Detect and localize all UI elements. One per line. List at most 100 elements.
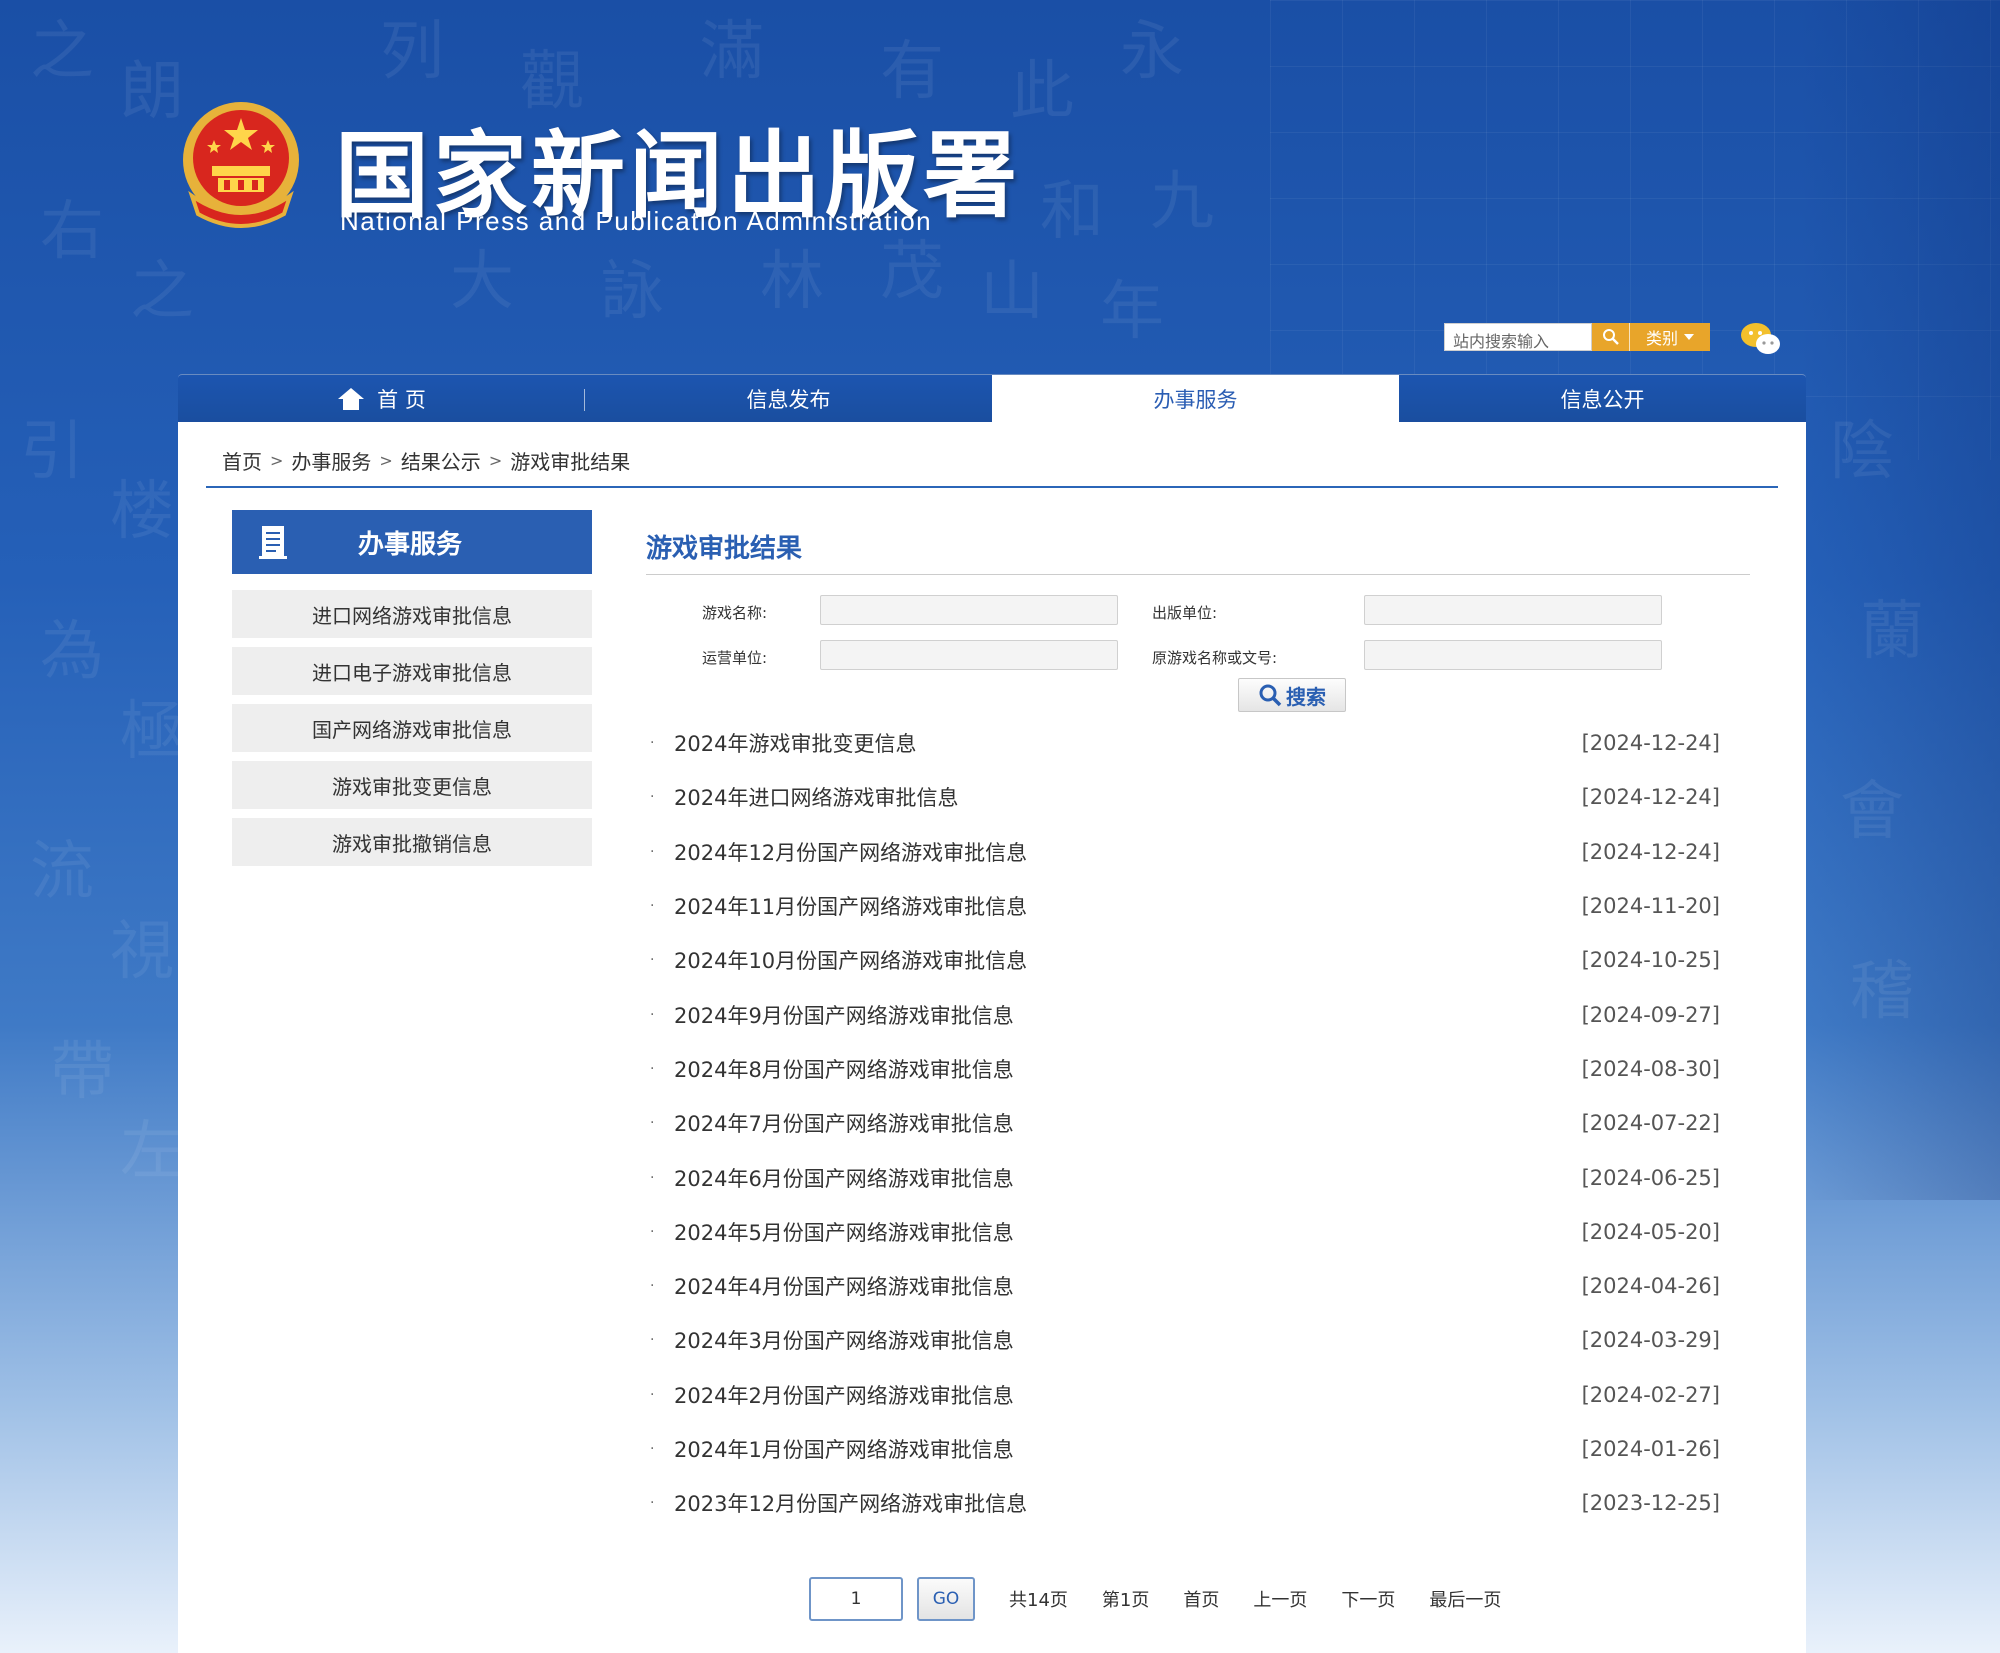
bullet: · (650, 1115, 655, 1132)
list-item-title-wrap[interactable]: · 2024年2月份国产网络游戏审批信息 (650, 1380, 1014, 1410)
breadcrumb-divider (206, 486, 1778, 488)
site-search-button[interactable]: 类别 (1592, 323, 1710, 351)
list-item[interactable]: · 2023年12月份国产网络游戏审批信息 [2023-12-25] (650, 1476, 1720, 1530)
breadcrumb-services[interactable]: 办事服务 (291, 446, 371, 475)
list-item[interactable]: · 2024年4月份国产网络游戏审批信息 [2024-04-26] (650, 1259, 1720, 1313)
list-item-title[interactable]: 2024年2月份国产网络游戏审批信息 (674, 1380, 1014, 1410)
list-item-title-wrap[interactable]: · 2024年9月份国产网络游戏审批信息 (650, 1000, 1014, 1030)
page-title: 游戏审批结果 (646, 534, 803, 564)
list-item-title-wrap[interactable]: · 2024年5月份国产网络游戏审批信息 (650, 1217, 1014, 1247)
list-item[interactable]: · 2024年9月份国产网络游戏审批信息 [2024-09-27] (650, 987, 1720, 1041)
bullet: · (650, 1006, 655, 1023)
list-item-title[interactable]: 2024年游戏审批变更信息 (674, 728, 916, 758)
sidebar-item-import-electronic[interactable]: 进口电子游戏审批信息 (232, 647, 592, 695)
nav-home-label: 首 页 (377, 388, 426, 412)
wechat-icon[interactable] (1740, 320, 1782, 358)
list-item[interactable]: · 2024年5月份国产网络游戏审批信息 [2024-05-20] (650, 1205, 1720, 1259)
filter-search-label: 搜索 (1286, 684, 1326, 709)
nav-services[interactable]: 办事服务 (992, 375, 1399, 423)
site-search-input[interactable]: 站内搜索输入 (1444, 323, 1592, 351)
main-nav: 首 页 信息发布 办事服务 信息公开 (178, 374, 1806, 423)
prev-page-link[interactable]: 上一页 (1253, 1586, 1307, 1612)
bullet: · (650, 735, 655, 752)
list-item-title[interactable]: 2024年11月份国产网络游戏审批信息 (674, 891, 1027, 921)
operator-input[interactable] (820, 640, 1118, 670)
sidebar-item-revocations[interactable]: 游戏审批撤销信息 (232, 818, 592, 866)
list-item-title-wrap[interactable]: · 2024年10月份国产网络游戏审批信息 (650, 945, 1027, 975)
list-item[interactable]: · 2024年8月份国产网络游戏审批信息 [2024-08-30] (650, 1042, 1720, 1096)
list-item-date: [2024-07-22] (1581, 1111, 1720, 1136)
list-item-title[interactable]: 2024年进口网络游戏审批信息 (674, 782, 958, 812)
search-icon[interactable] (1592, 323, 1630, 351)
list-item-title[interactable]: 2024年10月份国产网络游戏审批信息 (674, 945, 1027, 975)
bullet: · (650, 1495, 655, 1512)
list-item-title-wrap[interactable]: · 2023年12月份国产网络游戏审批信息 (650, 1488, 1027, 1518)
first-page-link[interactable]: 首页 (1183, 1586, 1219, 1612)
category-dropdown[interactable]: 类别 (1630, 325, 1710, 349)
next-page-link[interactable]: 下一页 (1341, 1586, 1395, 1612)
list-item[interactable]: · 2024年游戏审批变更信息 [2024-12-24] (650, 716, 1720, 770)
list-item-title[interactable]: 2024年3月份国产网络游戏审批信息 (674, 1325, 1014, 1355)
sidebar-item-import-online[interactable]: 进口网络游戏审批信息 (232, 590, 592, 638)
breadcrumb-results[interactable]: 结果公示 (401, 446, 481, 475)
list-item-title[interactable]: 2024年8月份国产网络游戏审批信息 (674, 1054, 1014, 1084)
title-divider (646, 574, 1750, 575)
list-item-date: [2024-12-24] (1581, 785, 1720, 810)
list-item-title[interactable]: 2024年9月份国产网络游戏审批信息 (674, 1000, 1014, 1030)
list-item-title-wrap[interactable]: · 2024年3月份国产网络游戏审批信息 (650, 1325, 1014, 1355)
list-item-date: [2024-04-26] (1581, 1274, 1720, 1299)
list-item[interactable]: · 2024年11月份国产网络游戏审批信息 [2024-11-20] (650, 879, 1720, 933)
site-title-english: National Press and Publication Administr… (340, 206, 933, 236)
list-item[interactable]: · 2024年7月份国产网络游戏审批信息 [2024-07-22] (650, 1096, 1720, 1150)
bullet: · (650, 1169, 655, 1186)
search-icon (1259, 684, 1282, 707)
breadcrumb-current: 游戏审批结果 (510, 450, 631, 474)
list-item-title[interactable]: 2024年12月份国产网络游戏审批信息 (674, 837, 1027, 867)
list-item-title-wrap[interactable]: · 2024年1月份国产网络游戏审批信息 (650, 1434, 1014, 1464)
filter-search-button[interactable]: 搜索 (1238, 678, 1346, 712)
list-item[interactable]: · 2024年2月份国产网络游戏审批信息 [2024-02-27] (650, 1368, 1720, 1422)
list-item[interactable]: · 2024年3月份国产网络游戏审批信息 [2024-03-29] (650, 1313, 1720, 1367)
list-item-title-wrap[interactable]: · 2024年进口网络游戏审批信息 (650, 782, 958, 812)
list-item-title[interactable]: 2023年12月份国产网络游戏审批信息 (674, 1488, 1027, 1518)
publisher-label: 出版单位: (1152, 604, 1218, 622)
sidebar-item-changes[interactable]: 游戏审批变更信息 (232, 761, 592, 809)
list-item-title-wrap[interactable]: · 2024年6月份国产网络游戏审批信息 (650, 1163, 1014, 1193)
list-item-title-wrap[interactable]: · 2024年8月份国产网络游戏审批信息 (650, 1054, 1014, 1084)
list-item-title[interactable]: 2024年7月份国产网络游戏审批信息 (674, 1108, 1014, 1138)
list-item-title[interactable]: 2024年6月份国产网络游戏审批信息 (674, 1163, 1014, 1193)
breadcrumb-separator: > (379, 451, 393, 470)
list-item-title-wrap[interactable]: · 2024年12月份国产网络游戏审批信息 (650, 837, 1027, 867)
bullet: · (650, 1441, 655, 1457)
bullet: · (650, 952, 655, 969)
game-name-input[interactable] (820, 595, 1118, 625)
last-page-link[interactable]: 最后一页 (1429, 1586, 1501, 1612)
list-item-date: [2024-08-30] (1581, 1056, 1720, 1081)
list-item-title[interactable]: 2024年4月份国产网络游戏审批信息 (674, 1271, 1014, 1301)
page-number-input[interactable]: 1 (809, 1577, 903, 1621)
list-item-title[interactable]: 2024年5月份国产网络游戏审批信息 (674, 1217, 1014, 1247)
nav-info-disclosure-label: 信息公开 (1560, 388, 1645, 412)
nav-info-disclosure[interactable]: 信息公开 (1399, 375, 1806, 423)
list-item-title-wrap[interactable]: · 2024年4月份国产网络游戏审批信息 (650, 1271, 1014, 1301)
nav-home[interactable]: 首 页 (178, 375, 585, 423)
go-button[interactable]: GO (917, 1577, 975, 1621)
list-item[interactable]: · 2024年6月份国产网络游戏审批信息 [2024-06-25] (650, 1150, 1720, 1204)
original-name-input[interactable] (1364, 640, 1662, 670)
list-item[interactable]: · 2024年10月份国产网络游戏审批信息 [2024-10-25] (650, 933, 1720, 987)
list-item-title-wrap[interactable]: · 2024年游戏审批变更信息 (650, 728, 916, 758)
list-item-date: [2024-03-29] (1581, 1328, 1720, 1353)
breadcrumb-separator: > (488, 451, 503, 470)
list-item[interactable]: · 2024年进口网络游戏审批信息 [2024-12-24] (650, 770, 1720, 824)
publisher-input[interactable] (1364, 595, 1662, 625)
list-item-title[interactable]: 2024年1月份国产网络游戏审批信息 (674, 1434, 1014, 1464)
list-item-title-wrap[interactable]: · 2024年11月份国产网络游戏审批信息 (650, 891, 1027, 921)
list-item-date: [2024-01-26] (1581, 1437, 1720, 1461)
sidebar-title: 办事服务 (358, 529, 463, 560)
list-item[interactable]: · 2024年1月份国产网络游戏审批信息 [2024-01-26] (650, 1422, 1720, 1476)
sidebar-item-domestic-online[interactable]: 国产网络游戏审批信息 (232, 704, 592, 752)
nav-info-release[interactable]: 信息发布 (585, 375, 992, 423)
breadcrumb-home[interactable]: 首页 (222, 446, 262, 475)
list-item-title-wrap[interactable]: · 2024年7月份国产网络游戏审批信息 (650, 1108, 1014, 1138)
list-item[interactable]: · 2024年12月份国产网络游戏审批信息 [2024-12-24] (650, 825, 1720, 879)
